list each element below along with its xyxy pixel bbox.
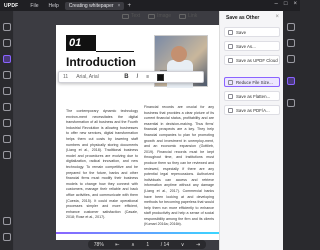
ocr-icon[interactable] bbox=[3, 103, 11, 111]
save-as-option[interactable]: Save As... bbox=[224, 41, 280, 51]
compress-icon bbox=[228, 79, 233, 85]
forms-icon[interactable] bbox=[3, 151, 11, 159]
convert-icon[interactable] bbox=[3, 87, 11, 95]
save-flatten-label: Save as Flatten... bbox=[236, 93, 271, 99]
add-tab-icon[interactable]: + bbox=[127, 3, 131, 9]
save-as-option-label: Save As... bbox=[236, 43, 256, 49]
left-tool-rail bbox=[0, 11, 14, 250]
bookmark-icon[interactable] bbox=[3, 233, 11, 241]
image-icon bbox=[148, 13, 156, 19]
organize-icon[interactable] bbox=[3, 71, 11, 79]
close-tab-icon[interactable]: × bbox=[118, 3, 121, 9]
protect-icon[interactable] bbox=[3, 119, 11, 127]
save-option[interactable]: Save bbox=[224, 27, 280, 37]
save-as-other-icon[interactable] bbox=[287, 77, 295, 85]
close-window-icon[interactable]: × bbox=[293, 1, 297, 7]
current-page-input[interactable]: 1 bbox=[146, 242, 149, 248]
sign-icon[interactable] bbox=[3, 135, 11, 143]
italic-button[interactable]: I bbox=[137, 74, 139, 80]
page-navigation: 78% ⇤ ∧ 1 / 14 ∨ ⇥ bbox=[88, 240, 206, 249]
edit-icon[interactable] bbox=[3, 55, 11, 63]
cloud-icon bbox=[228, 57, 233, 63]
save-cloud-option-label: Save as UPDF Cloud bbox=[236, 57, 278, 63]
reader-icon[interactable] bbox=[3, 23, 11, 31]
edit-toolbar: Text Image Link bbox=[122, 13, 197, 19]
document-tab[interactable]: Creating whitepaper × bbox=[64, 1, 125, 10]
save-pdfa-option[interactable]: Save as PDF/A... bbox=[224, 105, 280, 115]
pdf-page: 01 Introduction The contemporary dynamic… bbox=[56, 25, 220, 240]
add-link-button[interactable]: Link bbox=[179, 13, 197, 19]
document-tab-label: Creating whitepaper bbox=[68, 2, 114, 9]
bold-button[interactable]: B bbox=[124, 74, 128, 80]
close-panel-icon[interactable]: × bbox=[275, 14, 279, 20]
person-head-shape bbox=[171, 46, 187, 62]
chapter-number: 01 bbox=[66, 35, 96, 51]
prev-page-icon[interactable]: ∧ bbox=[131, 242, 135, 248]
chapter-underline bbox=[96, 51, 134, 52]
add-text-button[interactable]: Text bbox=[122, 13, 140, 19]
next-page-icon[interactable]: ∨ bbox=[181, 242, 185, 248]
flatten-icon bbox=[228, 93, 233, 99]
maximize-icon[interactable]: □ bbox=[284, 1, 288, 7]
last-page-icon[interactable]: ⇥ bbox=[196, 242, 200, 248]
font-family-select[interactable]: Arial, Arial bbox=[76, 74, 116, 80]
title-bar: UPDF File Help Creating whitepaper × + –… bbox=[0, 0, 300, 11]
text-icon bbox=[122, 13, 129, 19]
font-size-select[interactable]: 11 bbox=[63, 74, 68, 80]
save-cloud-option[interactable]: Save as UPDF Cloud bbox=[224, 55, 280, 65]
share-icon[interactable] bbox=[287, 55, 295, 63]
link-icon bbox=[179, 13, 187, 19]
minimize-icon[interactable]: – bbox=[275, 1, 278, 7]
comment-icon[interactable] bbox=[3, 39, 11, 47]
save-as-icon bbox=[228, 43, 233, 49]
first-page-icon[interactable]: ⇤ bbox=[115, 242, 119, 248]
text-format-toolbar: 11 Arial, Arial B I ≡ bbox=[58, 71, 204, 83]
add-image-button[interactable]: Image bbox=[148, 13, 171, 19]
search-icon[interactable] bbox=[287, 23, 295, 31]
right-text-column[interactable]: Financial records are crucial for any bu… bbox=[144, 105, 214, 228]
zoom-level[interactable]: 78% bbox=[94, 242, 104, 248]
save-pdfa-label: Save as PDF/A... bbox=[236, 107, 270, 113]
page-accent-bar bbox=[56, 232, 220, 234]
reduce-file-size-option[interactable]: Reduce File Size... bbox=[224, 77, 280, 87]
page-heading[interactable]: Introduction bbox=[66, 55, 136, 69]
reduce-file-size-label: Reduce File Size... bbox=[236, 79, 273, 85]
properties-icon[interactable] bbox=[287, 39, 295, 47]
add-image-label: Image bbox=[157, 13, 172, 19]
left-text-column[interactable]: The contemporary dynamic technology envi… bbox=[66, 109, 138, 221]
save-icon bbox=[228, 29, 233, 35]
layers-icon[interactable] bbox=[3, 217, 11, 225]
right-tool-rail bbox=[283, 11, 300, 250]
save-option-label: Save bbox=[236, 29, 247, 35]
window-controls: – □ × bbox=[275, 1, 297, 7]
save-as-panel: Save as Other × Save Save As... Save as … bbox=[219, 11, 283, 250]
total-pages: / 14 bbox=[160, 241, 170, 248]
align-button[interactable]: ≡ bbox=[146, 74, 149, 80]
panel-title: Save as Other bbox=[226, 15, 260, 21]
app-logo: UPDF bbox=[4, 2, 19, 9]
text-color-swatch[interactable] bbox=[157, 73, 165, 81]
add-text-label: Text bbox=[131, 13, 141, 19]
add-link-label: Link bbox=[188, 13, 198, 19]
menu-help[interactable]: Help bbox=[48, 3, 58, 9]
print-icon[interactable] bbox=[287, 99, 295, 107]
save-flatten-option[interactable]: Save as Flatten... bbox=[224, 91, 280, 101]
menu-file[interactable]: File bbox=[30, 3, 38, 9]
pdfa-icon bbox=[228, 107, 233, 113]
